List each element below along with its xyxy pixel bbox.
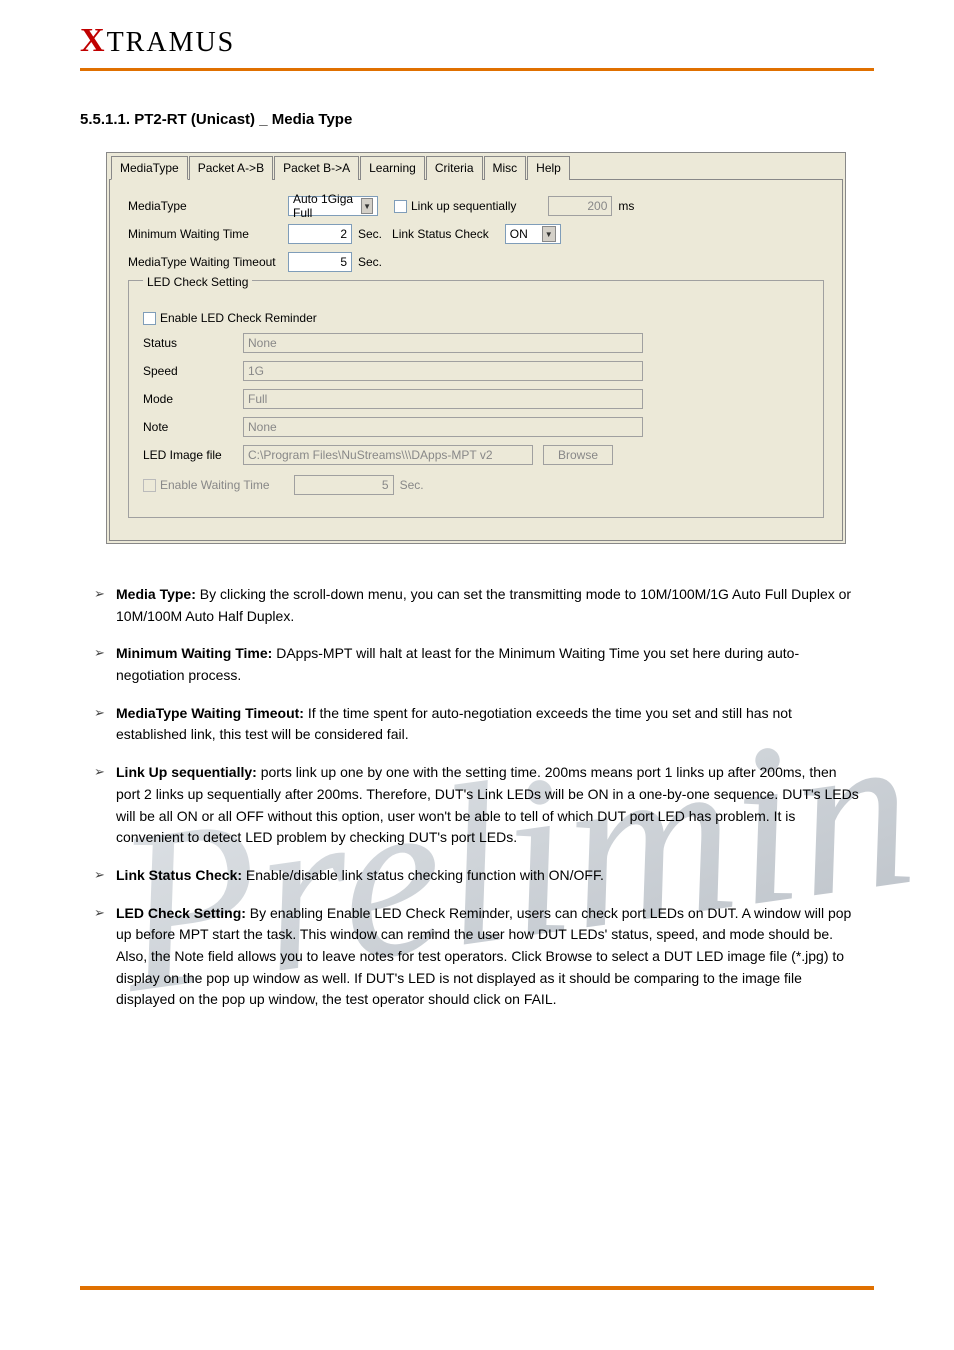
chevron-down-icon: ▼ — [361, 198, 373, 214]
bullet-mediatype-timeout: MediaType Waiting Timeout: If the time s… — [94, 703, 860, 746]
browse-button[interactable]: Browse — [543, 445, 613, 465]
note-label: Note — [143, 420, 243, 434]
link-status-label: Link Status Check — [392, 227, 489, 241]
section-title: 5.5.1.1. PT2-RT (Unicast) _ Media Type — [80, 111, 874, 128]
link-status-select[interactable]: ON ▼ — [505, 224, 561, 244]
tab-misc[interactable]: Misc — [484, 156, 527, 180]
led-check-legend: LED Check Setting — [143, 275, 252, 289]
mediatype-panel: MediaType Packet A->B Packet B->A Learni… — [106, 152, 846, 544]
enable-waiting-input[interactable]: 5 — [294, 475, 394, 495]
status-input[interactable]: None — [243, 333, 643, 353]
tab-help[interactable]: Help — [527, 156, 570, 180]
footer-divider — [80, 1286, 874, 1290]
mediatype-value: Auto 1Giga Full — [293, 192, 361, 220]
min-waiting-input[interactable]: 2 — [288, 224, 352, 244]
min-waiting-unit: Sec. — [358, 227, 382, 241]
bullet-link-status: Link Status Check: Enable/disable link s… — [94, 865, 860, 887]
tab-mediatype[interactable]: MediaType — [111, 156, 188, 180]
mediatype-label: MediaType — [128, 199, 288, 213]
tab-packet-ba[interactable]: Packet B->A — [274, 156, 359, 180]
status-label: Status — [143, 336, 243, 350]
tab-criteria[interactable]: Criteria — [426, 156, 483, 180]
mode-label: Mode — [143, 392, 243, 406]
enable-waiting-label: Enable Waiting Time — [160, 478, 270, 492]
logo-x: X — [80, 22, 107, 59]
bullet-led-check: LED Check Setting: By enabling Enable LE… — [94, 903, 860, 1011]
tab-learning[interactable]: Learning — [360, 156, 425, 180]
mediatype-timeout-input[interactable]: 5 — [288, 252, 352, 272]
linkup-seq-label: Link up sequentially — [411, 199, 516, 213]
linkup-seq-unit: ms — [618, 199, 634, 213]
ledimage-input[interactable]: C:\Program Files\NuStreams\\\DApps-MPT v… — [243, 445, 533, 465]
led-check-fieldset: LED Check Setting Enable LED Check Remin… — [128, 280, 824, 518]
tabstrip: MediaType Packet A->B Packet B->A Learni… — [109, 155, 843, 179]
linkup-seq-checkbox[interactable] — [394, 200, 407, 213]
ledimage-label: LED Image file — [143, 448, 243, 462]
speed-label: Speed — [143, 364, 243, 378]
linkup-seq-value[interactable]: 200 — [548, 196, 612, 216]
mode-input[interactable]: Full — [243, 389, 643, 409]
mediatype-select[interactable]: Auto 1Giga Full ▼ — [288, 196, 378, 216]
enable-led-reminder-label: Enable LED Check Reminder — [160, 311, 317, 325]
link-status-value: ON — [510, 227, 528, 241]
note-input[interactable]: None — [243, 417, 643, 437]
bullet-min-waiting: Minimum Waiting Time: DApps-MPT will hal… — [94, 643, 860, 686]
tab-packet-ab[interactable]: Packet A->B — [189, 156, 273, 180]
mediatype-timeout-unit: Sec. — [358, 255, 382, 269]
enable-waiting-checkbox[interactable] — [143, 479, 156, 492]
logo-rest: TRAMUS — [107, 27, 236, 58]
speed-input[interactable]: 1G — [243, 361, 643, 381]
enable-led-reminder-checkbox[interactable] — [143, 312, 156, 325]
description-list: Media Type: By clicking the scroll-down … — [94, 584, 860, 1011]
chevron-down-icon: ▼ — [542, 226, 556, 242]
enable-waiting-unit: Sec. — [400, 478, 424, 492]
min-waiting-label: Minimum Waiting Time — [128, 227, 288, 241]
bullet-linkup-seq: Link Up sequentially: ports link up one … — [94, 762, 860, 849]
mediatype-timeout-label: MediaType Waiting Timeout — [128, 255, 288, 269]
bullet-media-type: Media Type: By clicking the scroll-down … — [94, 584, 860, 627]
